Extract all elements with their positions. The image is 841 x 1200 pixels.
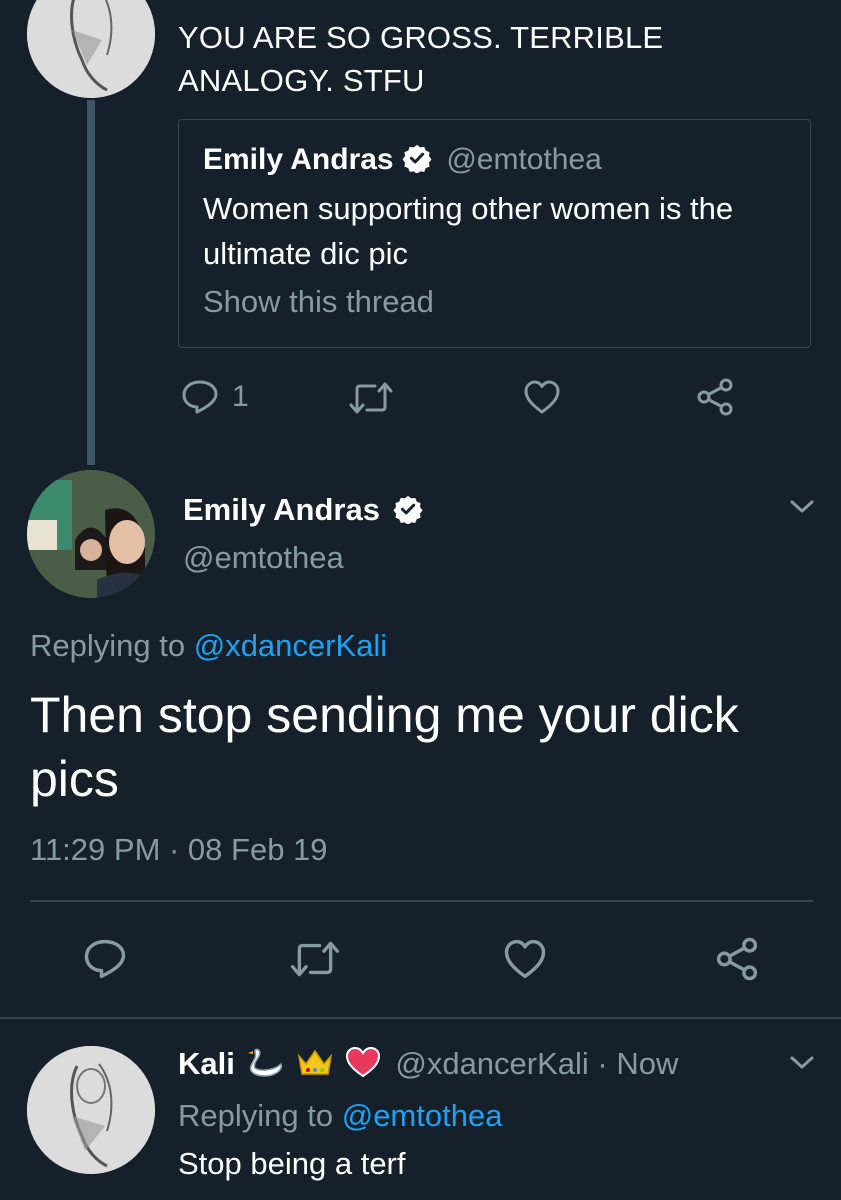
author-header: Kali @xdancerKali · Now [178, 1046, 678, 1082]
tweet-menu-button[interactable] [789, 1054, 815, 1077]
avatar-emily[interactable] [27, 470, 155, 598]
tweet-text: Then stop sending me your dick pics [30, 687, 739, 807]
quoted-author-handle: @emtothea [446, 143, 602, 176]
like-button[interactable] [503, 938, 547, 980]
like-icon [504, 939, 546, 979]
author-handle[interactable]: @emtothea [183, 540, 344, 576]
replying-prefix: Replying to [178, 1098, 334, 1133]
author-header: Emily Andras [183, 492, 423, 528]
avatar-kali-top[interactable] [27, 0, 155, 98]
like-button[interactable] [523, 379, 561, 415]
replying-prefix: Replying to [30, 628, 186, 663]
chevron-down-icon [790, 500, 814, 513]
share-button[interactable] [714, 936, 760, 982]
retweet-button[interactable] [290, 940, 340, 978]
author-handle-time: @xdancerKali · Now [395, 1046, 679, 1081]
retweet-button[interactable] [349, 381, 393, 415]
thread-line [87, 100, 95, 465]
heart-emoji [345, 1046, 380, 1078]
author-name[interactable]: Emily Andras [183, 492, 380, 527]
quoted-tweet-text: Women supporting other women is the ulti… [203, 191, 734, 271]
reply-count: 1 [232, 380, 249, 413]
share-icon [697, 378, 733, 416]
share-button[interactable] [695, 377, 735, 417]
share-icon [716, 937, 758, 981]
reply-button[interactable] [181, 379, 219, 415]
like-icon [524, 380, 560, 414]
replying-to: Replying to @emtothea [178, 1098, 502, 1134]
replying-to: Replying to @xdancerKali [30, 628, 387, 664]
verified-icon [402, 144, 432, 173]
author-name[interactable]: Kali [178, 1046, 235, 1081]
swan-emoji [248, 1048, 283, 1077]
verified-icon [393, 495, 423, 524]
retweet-icon [290, 941, 340, 977]
quoted-author-name: Emily Andras [203, 143, 394, 176]
tweet-timestamp: 11:29 PM · 08 Feb 19 [30, 832, 328, 867]
reply-icon [182, 380, 218, 414]
tweet-text: Stop being a terf [178, 1146, 406, 1181]
divider [30, 900, 813, 902]
quoted-tweet-card[interactable]: Emily Andras @emtothea Women supporting … [178, 119, 811, 348]
replying-handle-link[interactable]: @emtothea [342, 1098, 503, 1133]
reply-icon [84, 939, 126, 979]
reply-button[interactable] [83, 938, 127, 980]
retweet-icon [349, 382, 393, 414]
tweet-menu-button[interactable] [789, 498, 815, 521]
divider [0, 1017, 841, 1019]
crown-emoji [297, 1049, 333, 1075]
quoted-tweet-header: Emily Andras @emtothea [203, 142, 602, 178]
show-thread-link[interactable]: Show this thread [203, 284, 434, 320]
tweet-text: YOU ARE SO GROSS. TERRIBLE ANALOGY. STFU [178, 20, 664, 98]
avatar-kali[interactable] [27, 1046, 155, 1174]
chevron-down-icon [790, 1056, 814, 1069]
replying-handle-link[interactable]: @xdancerKali [194, 628, 387, 663]
